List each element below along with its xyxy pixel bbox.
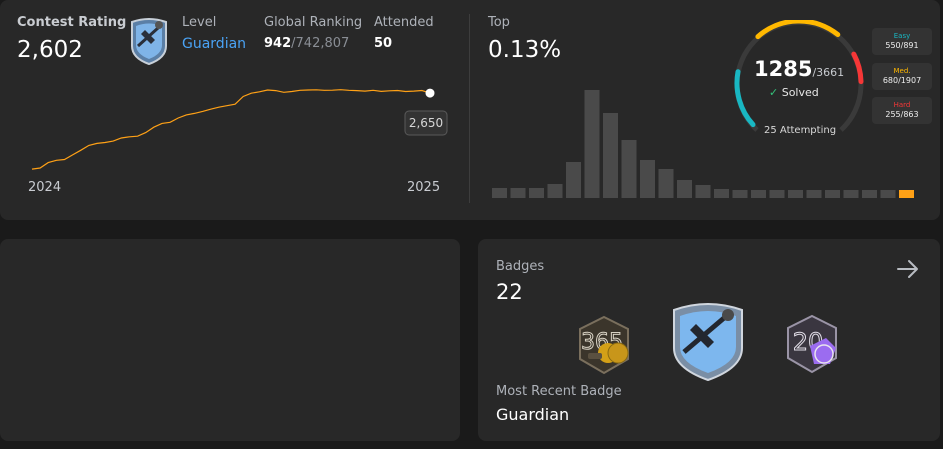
histogram-bar[interactable] — [603, 113, 618, 198]
histogram-bar[interactable] — [677, 180, 692, 198]
attended-value: 50 — [374, 36, 393, 51]
histogram-bar[interactable] — [788, 190, 803, 198]
global-ranking-value: 942/742,807 — [264, 36, 349, 51]
histogram-bar[interactable] — [547, 184, 563, 198]
easy-count: 550/891 — [885, 41, 919, 50]
histogram-bar[interactable] — [492, 188, 507, 198]
easy-label: Easy — [893, 32, 911, 40]
top-label: Top — [488, 15, 510, 30]
global-rank: 942 — [264, 36, 292, 51]
guardian-level-icon[interactable] — [128, 16, 170, 66]
rating-tooltip-value: 2,650 — [409, 116, 443, 130]
ring-hard-arc — [851, 51, 864, 85]
histogram-bar[interactable] — [621, 140, 637, 198]
rating-line-chart[interactable]: 2,650 — [20, 78, 450, 178]
difficulty-easy-stat[interactable]: Easy 550/891 — [872, 28, 932, 55]
rating-line — [31, 89, 431, 170]
histogram-bar[interactable] — [695, 185, 711, 198]
arrow-right-icon[interactable] — [895, 256, 921, 282]
difficulty-hard-stat[interactable]: Hard 255/863 — [872, 97, 932, 124]
check-icon: ✓ — [769, 86, 779, 99]
histogram-bar[interactable] — [584, 90, 600, 198]
hard-label: Hard — [893, 101, 911, 109]
level-value: Guardian — [182, 36, 247, 52]
histogram-bar[interactable] — [566, 162, 581, 198]
solved-total: /3661 — [812, 66, 845, 79]
histogram-bar[interactable] — [732, 190, 748, 198]
most-recent-badge-label: Most Recent Badge — [496, 384, 622, 399]
ring-easy-arc — [734, 69, 756, 128]
histogram-bar[interactable] — [825, 190, 840, 198]
histogram-bar[interactable] — [510, 188, 526, 198]
histogram-bar[interactable] — [880, 190, 896, 198]
medium-label: Med. — [893, 67, 911, 75]
medium-count: 680/1907 — [882, 76, 922, 85]
empty-card — [0, 239, 460, 441]
histogram-bar[interactable] — [640, 160, 655, 198]
most-recent-badge-name: Guardian — [496, 405, 570, 424]
attended-label: Attended — [374, 15, 434, 30]
rating-last-point[interactable] — [425, 88, 435, 98]
solved-count: 1285/3661 — [754, 57, 844, 81]
badges-count: 22 — [496, 280, 523, 304]
contest-rating-title: Contest Rating — [17, 15, 127, 30]
histogram-bar[interactable] — [899, 190, 914, 198]
hard-count: 255/863 — [885, 110, 919, 119]
global-ranking-label: Global Ranking — [264, 15, 363, 30]
histogram-bar[interactable] — [529, 188, 544, 198]
histogram-bar[interactable] — [862, 190, 877, 198]
histogram-bar[interactable] — [714, 189, 729, 198]
histogram-bar[interactable] — [843, 190, 859, 198]
global-total: 742,807 — [295, 36, 350, 51]
chart-year-end: 2025 — [407, 180, 441, 195]
guardian-badge-icon[interactable] — [668, 300, 748, 382]
attempting-count: 25 Attempting — [764, 125, 837, 136]
histogram-bar[interactable] — [806, 190, 822, 198]
contest-rating-value: 2,602 — [17, 37, 83, 63]
solved-count-value: 1285 — [754, 57, 813, 81]
ring-medium-arc — [755, 20, 841, 40]
histogram-bar[interactable] — [658, 169, 674, 198]
difficulty-medium-stat[interactable]: Med. 680/1907 — [872, 63, 932, 90]
solved-label: ✓ Solved — [769, 86, 819, 99]
badges-label: Badges — [496, 259, 545, 274]
365-days-badge-icon[interactable]: 365 — [572, 313, 636, 377]
solved-label-text: Solved — [781, 86, 819, 99]
chart-year-start: 2024 — [28, 180, 62, 195]
histogram-bar[interactable] — [769, 190, 785, 198]
level-label: Level — [182, 15, 217, 30]
top-percentage: 0.13% — [488, 37, 562, 63]
200-days-badge-icon[interactable]: 20 — [780, 312, 844, 376]
histogram-bar[interactable] — [751, 190, 766, 198]
vertical-divider — [469, 14, 470, 203]
